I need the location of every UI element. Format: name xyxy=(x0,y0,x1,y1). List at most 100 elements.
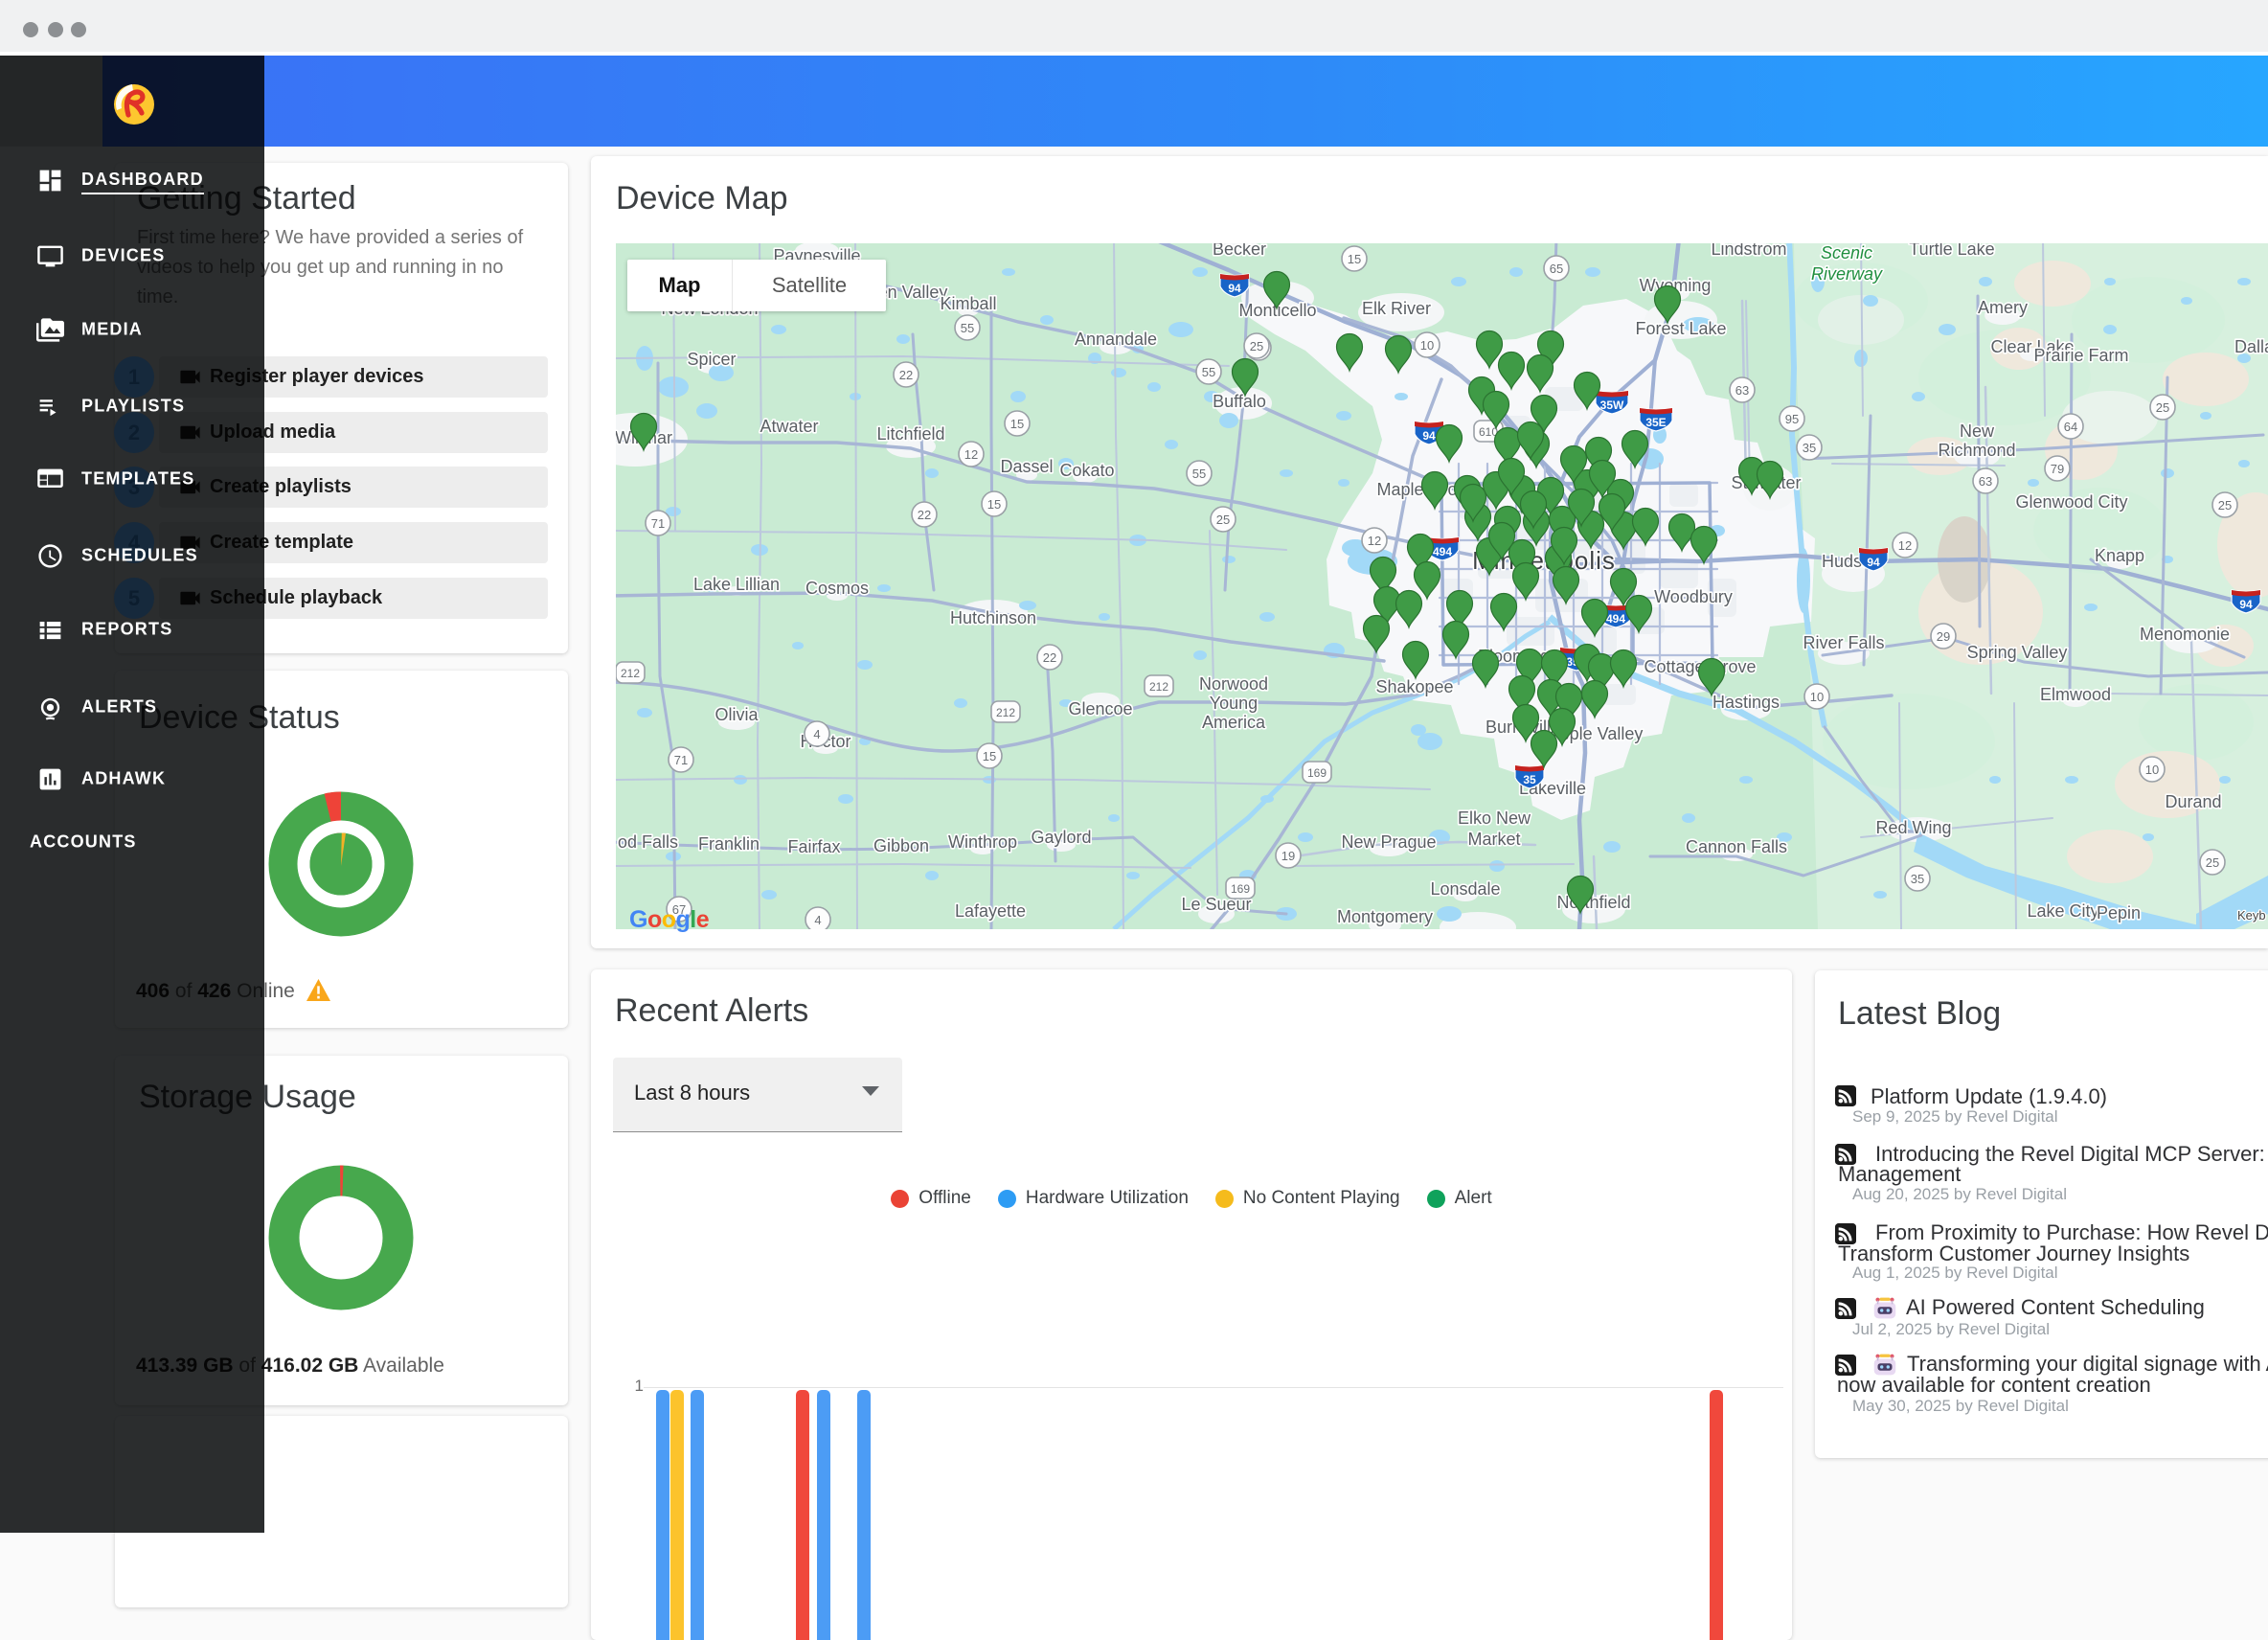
svg-text:Hutchinson: Hutchinson xyxy=(950,608,1036,627)
svg-text:12: 12 xyxy=(1368,534,1381,548)
svg-text:71: 71 xyxy=(651,516,665,531)
svg-text:Scenic: Scenic xyxy=(1821,243,1872,262)
svg-text:35W: 35W xyxy=(1600,399,1624,412)
svg-text:Forest Lake: Forest Lake xyxy=(1635,319,1726,338)
svg-text:Litchfield: Litchfield xyxy=(876,424,944,444)
svg-text:Fairfax: Fairfax xyxy=(787,837,840,856)
svg-text:New: New xyxy=(1960,421,1995,441)
svg-text:63: 63 xyxy=(1735,383,1749,398)
svg-text:Woodbury: Woodbury xyxy=(1654,587,1733,606)
svg-text:Durand: Durand xyxy=(2165,792,2221,811)
svg-text:Buffalo: Buffalo xyxy=(1213,392,1266,411)
svg-text:35: 35 xyxy=(1803,441,1816,455)
svg-text:169: 169 xyxy=(1231,882,1250,896)
svg-text:Red Wing: Red Wing xyxy=(1875,818,1951,837)
svg-text:Franklin: Franklin xyxy=(698,834,760,854)
svg-text:Elmwood: Elmwood xyxy=(2040,685,2111,704)
svg-text:Cosmos: Cosmos xyxy=(805,579,869,598)
svg-text:Gaylord: Gaylord xyxy=(1031,828,1091,847)
svg-text:55: 55 xyxy=(961,321,974,335)
svg-text:Glencoe: Glencoe xyxy=(1068,699,1132,718)
svg-text:10: 10 xyxy=(1810,690,1824,704)
svg-text:Norwood: Norwood xyxy=(1199,674,1268,694)
svg-text:Cannon Falls: Cannon Falls xyxy=(1686,837,1787,856)
svg-text:Pepin: Pepin xyxy=(2097,903,2141,922)
svg-text:494: 494 xyxy=(1433,545,1452,558)
svg-text:15: 15 xyxy=(1348,252,1361,266)
svg-text:Elko New: Elko New xyxy=(1458,809,1531,828)
svg-text:River Falls: River Falls xyxy=(1803,633,1884,652)
svg-text:71: 71 xyxy=(674,753,688,767)
svg-text:25: 25 xyxy=(1216,512,1230,527)
svg-text:212: 212 xyxy=(996,706,1015,719)
svg-text:Riverway: Riverway xyxy=(1811,264,1883,284)
svg-text:od Falls: od Falls xyxy=(618,832,678,852)
svg-text:Hastings: Hastings xyxy=(1712,693,1780,712)
svg-text:Annandale: Annandale xyxy=(1075,330,1157,349)
svg-text:212: 212 xyxy=(621,667,640,680)
svg-text:212: 212 xyxy=(1149,680,1168,694)
svg-text:15: 15 xyxy=(1010,417,1024,431)
svg-text:4: 4 xyxy=(813,727,820,741)
svg-text:Keyb: Keyb xyxy=(2237,908,2266,922)
svg-text:19: 19 xyxy=(1281,849,1295,863)
svg-text:Knapp: Knapp xyxy=(2095,546,2144,565)
svg-text:Northfield: Northfield xyxy=(1556,893,1630,912)
svg-text:35: 35 xyxy=(1911,872,1924,886)
svg-text:10: 10 xyxy=(2145,763,2159,777)
svg-text:Dassel: Dassel xyxy=(1000,457,1053,476)
svg-text:Amery: Amery xyxy=(1978,298,2028,317)
svg-text:Winthrop: Winthrop xyxy=(948,832,1017,852)
svg-text:79: 79 xyxy=(2051,462,2064,476)
svg-text:95: 95 xyxy=(1785,412,1799,426)
svg-text:94: 94 xyxy=(1228,282,1241,295)
svg-text:22: 22 xyxy=(918,508,931,522)
svg-text:Turtle Lake: Turtle Lake xyxy=(1909,243,1994,259)
svg-text:Montgomery: Montgomery xyxy=(1337,907,1433,926)
svg-text:Market: Market xyxy=(1467,830,1520,849)
svg-text:Kimball: Kimball xyxy=(940,294,996,313)
svg-text:Spicer: Spicer xyxy=(687,350,736,369)
svg-text:94: 94 xyxy=(1867,556,1880,569)
svg-text:29: 29 xyxy=(1937,629,1950,644)
svg-text:Spring Valley: Spring Valley xyxy=(1967,643,2068,662)
svg-text:55: 55 xyxy=(1192,467,1206,481)
svg-text:25: 25 xyxy=(2156,400,2169,415)
svg-text:Lindstrom: Lindstrom xyxy=(1711,243,1786,259)
svg-text:65: 65 xyxy=(1550,262,1563,276)
svg-text:Olivia: Olivia xyxy=(714,705,759,724)
svg-text:Dallas: Dallas xyxy=(2234,337,2268,356)
svg-text:12: 12 xyxy=(964,447,978,462)
svg-text:Glenwood City: Glenwood City xyxy=(2015,492,2127,512)
svg-text:Shakopee: Shakopee xyxy=(1375,677,1453,696)
svg-text:64: 64 xyxy=(2064,420,2077,434)
svg-text:63: 63 xyxy=(1979,474,1992,489)
svg-text:en Valley: en Valley xyxy=(878,283,948,302)
svg-text:Lake City: Lake City xyxy=(2027,901,2098,921)
svg-text:4: 4 xyxy=(814,913,821,927)
svg-text:Young: Young xyxy=(1210,694,1258,713)
svg-text:35E: 35E xyxy=(1645,416,1666,429)
svg-text:15: 15 xyxy=(983,749,996,763)
svg-text:Becker: Becker xyxy=(1213,243,1266,259)
svg-text:94: 94 xyxy=(2239,598,2253,611)
svg-text:10: 10 xyxy=(1420,338,1434,353)
svg-text:Atwater: Atwater xyxy=(760,417,818,436)
svg-text:22: 22 xyxy=(1043,650,1056,665)
svg-text:Prairie Farm: Prairie Farm xyxy=(2033,346,2128,365)
svg-text:494: 494 xyxy=(1606,612,1625,626)
svg-text:Lake Lillian: Lake Lillian xyxy=(693,575,780,594)
svg-text:12: 12 xyxy=(1898,538,1912,553)
svg-text:Lafayette: Lafayette xyxy=(955,901,1026,921)
svg-text:169: 169 xyxy=(1307,766,1327,780)
svg-text:55: 55 xyxy=(1202,365,1215,379)
svg-text:25: 25 xyxy=(2206,855,2219,870)
svg-text:25: 25 xyxy=(2218,498,2232,512)
svg-text:94: 94 xyxy=(1422,429,1436,443)
svg-text:Richmond: Richmond xyxy=(1938,441,2015,460)
svg-text:New Prague: New Prague xyxy=(1341,832,1436,852)
svg-text:25: 25 xyxy=(1250,339,1263,353)
svg-text:Menomonie: Menomonie xyxy=(2140,625,2230,644)
svg-text:15: 15 xyxy=(987,497,1001,512)
svg-text:35: 35 xyxy=(1523,773,1536,786)
